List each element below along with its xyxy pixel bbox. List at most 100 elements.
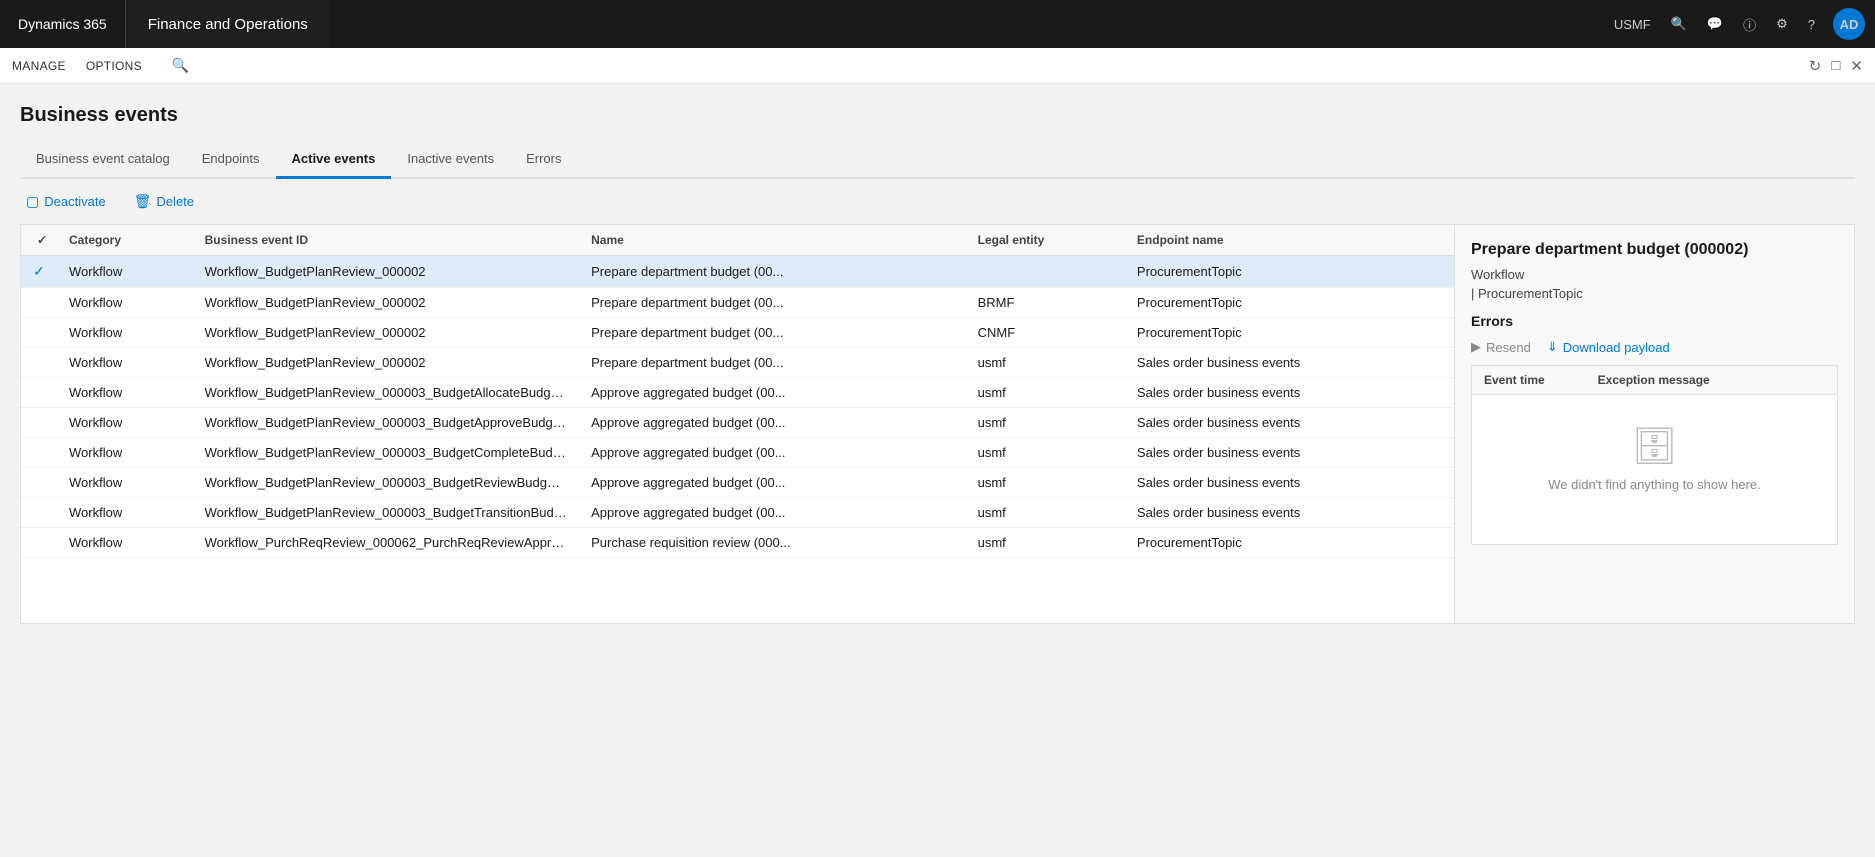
row-category: Workflow <box>57 256 193 288</box>
tab-active-events[interactable]: Active events <box>276 143 392 179</box>
row-event-id: Workflow_BudgetPlanReview_000003_BudgetA… <box>193 408 579 438</box>
col-legal-entity: Legal entity <box>966 225 1125 256</box>
options-menu[interactable]: OPTIONS <box>86 59 142 73</box>
row-event-id: Workflow_BudgetPlanReview_000003_BudgetA… <box>193 378 579 408</box>
row-legal-entity: CNMF <box>966 318 1125 348</box>
row-legal-entity: usmf <box>966 348 1125 378</box>
top-nav-right: USMF 🔍 💬 ⓘ ⚙ ? AD <box>1606 8 1875 40</box>
secondary-navigation: MANAGE OPTIONS 🔍 ↻ □ ✕ <box>0 48 1875 84</box>
row-event-id: Workflow_BudgetPlanReview_000003_BudgetC… <box>193 438 579 468</box>
table-row[interactable]: WorkflowWorkflow_BudgetPlanReview_000003… <box>21 438 1454 468</box>
row-check <box>21 318 57 348</box>
row-name: Prepare department budget (00... <box>579 288 965 318</box>
row-event-id: Workflow_BudgetPlanReview_000003_BudgetT… <box>193 498 579 528</box>
detail-panel: Prepare department budget (000002) Workf… <box>1455 224 1855 624</box>
toolbar: ▢ Deactivate 🗑 Delete <box>20 179 1855 224</box>
row-endpoint: Sales order business events <box>1125 498 1454 528</box>
row-check <box>21 498 57 528</box>
tab-business-event-catalog[interactable]: Business event catalog <box>20 143 186 179</box>
row-endpoint: Sales order business events <box>1125 348 1454 378</box>
restore-icon[interactable]: □ <box>1831 57 1840 74</box>
row-category: Workflow <box>57 468 193 498</box>
tab-endpoints[interactable]: Endpoints <box>186 143 276 179</box>
row-name: Approve aggregated budget (00... <box>579 438 965 468</box>
row-category: Workflow <box>57 318 193 348</box>
finance-ops-label: Finance and Operations <box>126 0 330 48</box>
settings-icon[interactable]: ⚙ <box>1768 16 1796 32</box>
col-name: Name <box>579 225 965 256</box>
check-mark: ✓ <box>33 263 45 279</box>
row-legal-entity: usmf <box>966 408 1125 438</box>
row-check: ✓ <box>21 256 57 288</box>
tab-errors[interactable]: Errors <box>510 143 577 179</box>
brand-area: Dynamics 365 Finance and Operations <box>0 0 330 48</box>
resend-button[interactable]: ▶ Resend <box>1471 339 1531 355</box>
table-row[interactable]: WorkflowWorkflow_BudgetPlanReview_000002… <box>21 288 1454 318</box>
help-icon[interactable]: ⓘ <box>1735 15 1764 34</box>
table-panel-wrapper: ✓ Category Business event ID Name Legal … <box>20 224 1855 624</box>
tab-bar: Business event catalog Endpoints Active … <box>20 143 1855 179</box>
nav-search-icon[interactable]: 🔍 <box>172 57 189 74</box>
delete-button[interactable]: 🗑 Delete <box>128 189 200 214</box>
window-controls: ↻ □ ✕ <box>1809 57 1863 75</box>
row-check <box>21 438 57 468</box>
row-endpoint: ProcurementTopic <box>1125 528 1454 558</box>
tab-inactive-events[interactable]: Inactive events <box>391 143 510 179</box>
col-endpoint-name: Endpoint name <box>1125 225 1454 256</box>
row-endpoint: ProcurementTopic <box>1125 318 1454 348</box>
row-event-id: Workflow_BudgetPlanReview_000002 <box>193 348 579 378</box>
row-check <box>21 408 57 438</box>
row-legal-entity: usmf <box>966 528 1125 558</box>
table-row[interactable]: WorkflowWorkflow_PurchReqReview_000062_P… <box>21 528 1454 558</box>
user-avatar[interactable]: AD <box>1833 8 1865 40</box>
question-icon[interactable]: ? <box>1800 17 1823 32</box>
row-category: Workflow <box>57 408 193 438</box>
table-row[interactable]: WorkflowWorkflow_BudgetPlanReview_000003… <box>21 378 1454 408</box>
main-content: Business events Business event catalog E… <box>0 84 1875 857</box>
row-name: Prepare department budget (00... <box>579 318 965 348</box>
delete-icon: 🗑 <box>134 193 152 210</box>
col-exception-header: Exception message <box>1598 373 1825 387</box>
row-legal-entity: BRMF <box>966 288 1125 318</box>
detail-meta-workflow: Workflow <box>1471 267 1838 282</box>
events-table: ✓ Category Business event ID Name Legal … <box>20 224 1455 624</box>
empty-icon: 🗄 <box>1632 425 1678 467</box>
download-icon: ⇓ <box>1547 339 1558 355</box>
table-row[interactable]: WorkflowWorkflow_BudgetPlanReview_000002… <box>21 348 1454 378</box>
row-check <box>21 288 57 318</box>
row-legal-entity: usmf <box>966 378 1125 408</box>
row-event-id: Workflow_BudgetPlanReview_000003_BudgetR… <box>193 468 579 498</box>
dynamics365-logo[interactable]: Dynamics 365 <box>0 0 126 48</box>
row-endpoint: Sales order business events <box>1125 438 1454 468</box>
resend-icon: ▶ <box>1471 339 1481 355</box>
detail-errors-title: Errors <box>1471 313 1838 329</box>
row-name: Approve aggregated budget (00... <box>579 498 965 528</box>
download-payload-button[interactable]: ⇓ Download payload <box>1547 339 1670 355</box>
col-check: ✓ <box>21 225 57 256</box>
row-category: Workflow <box>57 348 193 378</box>
deactivate-icon: ▢ <box>26 193 39 210</box>
search-icon[interactable]: 🔍 <box>1663 16 1695 32</box>
chat-icon[interactable]: 💬 <box>1699 16 1731 32</box>
row-legal-entity <box>966 256 1125 288</box>
table-row[interactable]: WorkflowWorkflow_BudgetPlanReview_000002… <box>21 318 1454 348</box>
table-row[interactable]: WorkflowWorkflow_BudgetPlanReview_000003… <box>21 408 1454 438</box>
col-event-id: Business event ID <box>193 225 579 256</box>
refresh-icon[interactable]: ↻ <box>1809 57 1822 75</box>
deactivate-button[interactable]: ▢ Deactivate <box>20 189 112 214</box>
empty-state: 🗄 We didn't find anything to show here. <box>1472 395 1837 522</box>
row-event-id: Workflow_BudgetPlanReview_000002 <box>193 288 579 318</box>
close-icon[interactable]: ✕ <box>1850 57 1863 75</box>
table-row[interactable]: ✓WorkflowWorkflow_BudgetPlanReview_00000… <box>21 256 1454 288</box>
row-name: Approve aggregated budget (00... <box>579 408 965 438</box>
row-endpoint: Sales order business events <box>1125 468 1454 498</box>
row-name: Purchase requisition review (000... <box>579 528 965 558</box>
row-category: Workflow <box>57 528 193 558</box>
table-row[interactable]: WorkflowWorkflow_BudgetPlanReview_000003… <box>21 498 1454 528</box>
detail-actions: ▶ Resend ⇓ Download payload <box>1471 339 1838 355</box>
manage-menu[interactable]: MANAGE <box>12 59 66 73</box>
table-row[interactable]: WorkflowWorkflow_BudgetPlanReview_000003… <box>21 468 1454 498</box>
row-event-id: Workflow_PurchReqReview_000062_PurchReqR… <box>193 528 579 558</box>
row-legal-entity: usmf <box>966 468 1125 498</box>
detail-meta-endpoint: | ProcurementTopic <box>1471 286 1838 301</box>
